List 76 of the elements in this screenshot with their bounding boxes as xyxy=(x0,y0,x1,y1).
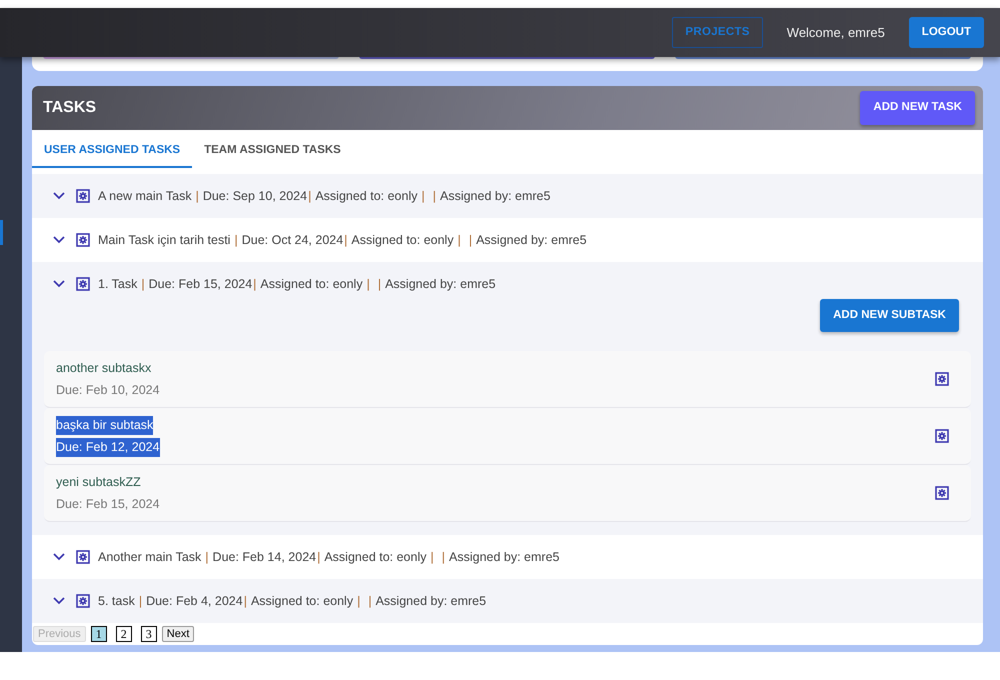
assigner-text: Assigned by: emre5 xyxy=(385,276,496,293)
card-title: TASKS xyxy=(43,98,96,118)
separator: | xyxy=(432,188,436,205)
assigner-text: Assigned by: emre5 xyxy=(376,592,486,610)
assignee-text: Assigned to: eonly xyxy=(250,592,354,610)
settings-icon[interactable] xyxy=(76,550,90,564)
separator: | xyxy=(421,188,425,205)
logout-button[interactable]: LOGOUT xyxy=(908,16,984,48)
page-button[interactable]: 3 xyxy=(140,626,157,642)
separator: | xyxy=(442,548,445,566)
settings-icon[interactable] xyxy=(76,189,90,203)
active-indicator xyxy=(0,220,3,245)
task-item[interactable]: 1. Task | Due: Feb 15, 2024| Assigned to: eonly | | Assigned by: emre5 ADD NEW SUBTASK another subtaskx Due: Feb 10, 2024 başka bir subtask Due: Feb 12, 2024 yeni subtaskZZ Due: Feb 15, 2024 xyxy=(32,262,983,536)
assigner-text: Assigned by: emre5 xyxy=(476,232,587,249)
settings-icon[interactable] xyxy=(935,372,949,386)
task-title: 1. Task xyxy=(98,276,138,293)
separator: | xyxy=(368,592,372,610)
next-button[interactable]: Next xyxy=(162,626,194,642)
due-date: Due: Oct 24, 2024 xyxy=(242,232,344,249)
assignee-text: Assigned to: eonly xyxy=(260,276,363,293)
due-date: Due: Feb 4, 2024 xyxy=(146,592,243,610)
chevron-down-icon[interactable] xyxy=(52,235,66,245)
separator: | xyxy=(244,592,247,610)
separator: | xyxy=(253,276,256,293)
assigner-text: Assigned by: emre5 xyxy=(449,548,560,566)
separator: | xyxy=(141,276,145,293)
chevron-down-icon[interactable] xyxy=(52,191,66,201)
subtask-due-date: Due: Feb 15, 2024 xyxy=(56,496,160,513)
subtask-name: başka bir subtask xyxy=(56,416,154,435)
tab[interactable]: TEAM ASSIGNED TASKS xyxy=(192,130,353,168)
separator: | xyxy=(357,592,360,610)
page-button[interactable]: 1 xyxy=(90,626,107,642)
subtask-name: yeni subtaskZZ xyxy=(56,474,141,491)
task-title: Another main Task xyxy=(98,548,202,566)
assigner-text: Assigned by: emre5 xyxy=(440,188,550,205)
settings-icon[interactable] xyxy=(76,233,90,247)
task-title: 5. task xyxy=(98,592,135,610)
due-date: Due: Feb 14, 2024 xyxy=(212,548,316,566)
task-title: A new main Task xyxy=(98,188,192,205)
separator: | xyxy=(205,548,209,566)
separator: | xyxy=(344,232,348,249)
task-item[interactable]: A new main Task | Due: Sep 10, 2024| Assigned to: eonly | | Assigned by: emre5 xyxy=(32,174,983,218)
chevron-down-icon[interactable] xyxy=(52,552,66,562)
separator: | xyxy=(308,188,312,205)
task-title: Main Task için tarih testi xyxy=(98,232,230,249)
subtask-name: another subtaskx xyxy=(56,360,152,377)
due-date: Due: Feb 15, 2024 xyxy=(148,276,252,293)
separator: | xyxy=(378,276,382,293)
assignee-text: Assigned to: eonly xyxy=(351,232,454,249)
settings-icon[interactable] xyxy=(935,486,949,500)
subtask-due-date: Due: Feb 12, 2024 xyxy=(56,438,160,456)
due-date: Due: Sep 10, 2024 xyxy=(202,188,308,205)
settings-icon[interactable] xyxy=(76,277,90,291)
settings-icon[interactable] xyxy=(76,594,90,608)
task-item[interactable]: 5. task | Due: Feb 4, 2024| Assigned to: eonly | | Assigned by: emre5 xyxy=(32,579,983,624)
page-button[interactable]: 2 xyxy=(116,626,132,642)
chevron-down-icon[interactable] xyxy=(52,596,66,606)
settings-icon[interactable] xyxy=(935,429,949,444)
separator: | xyxy=(366,276,370,293)
subtask-due-date: Due: Feb 10, 2024 xyxy=(56,382,160,399)
separator: | xyxy=(430,548,434,566)
add-task-button[interactable]: ADD NEW TASK xyxy=(860,91,975,125)
chevron-down-icon[interactable] xyxy=(52,279,66,289)
separator: | xyxy=(317,548,320,566)
welcome-text: Welcome, emre5 xyxy=(786,24,885,42)
separator: | xyxy=(468,232,472,249)
separator: | xyxy=(234,232,238,249)
separator: | xyxy=(196,188,199,205)
task-item[interactable]: Main Task için tarih testi | Due: Oct 24, 2024| Assigned to: eonly | | Assigned by: emre5 xyxy=(32,218,983,262)
add-subtask-button[interactable]: ADD NEW SUBTASK xyxy=(820,299,959,332)
tab[interactable]: USER ASSIGNED TASKS xyxy=(32,130,192,168)
assignee-text: Assigned to: eonly xyxy=(324,548,426,566)
separator: | xyxy=(458,232,461,249)
task-item[interactable]: Another main Task | Due: Feb 14, 2024| Assigned to: eonly | | Assigned by: emre5 xyxy=(32,535,983,580)
assignee-text: Assigned to: eonly xyxy=(315,188,418,205)
separator: | xyxy=(138,592,142,610)
